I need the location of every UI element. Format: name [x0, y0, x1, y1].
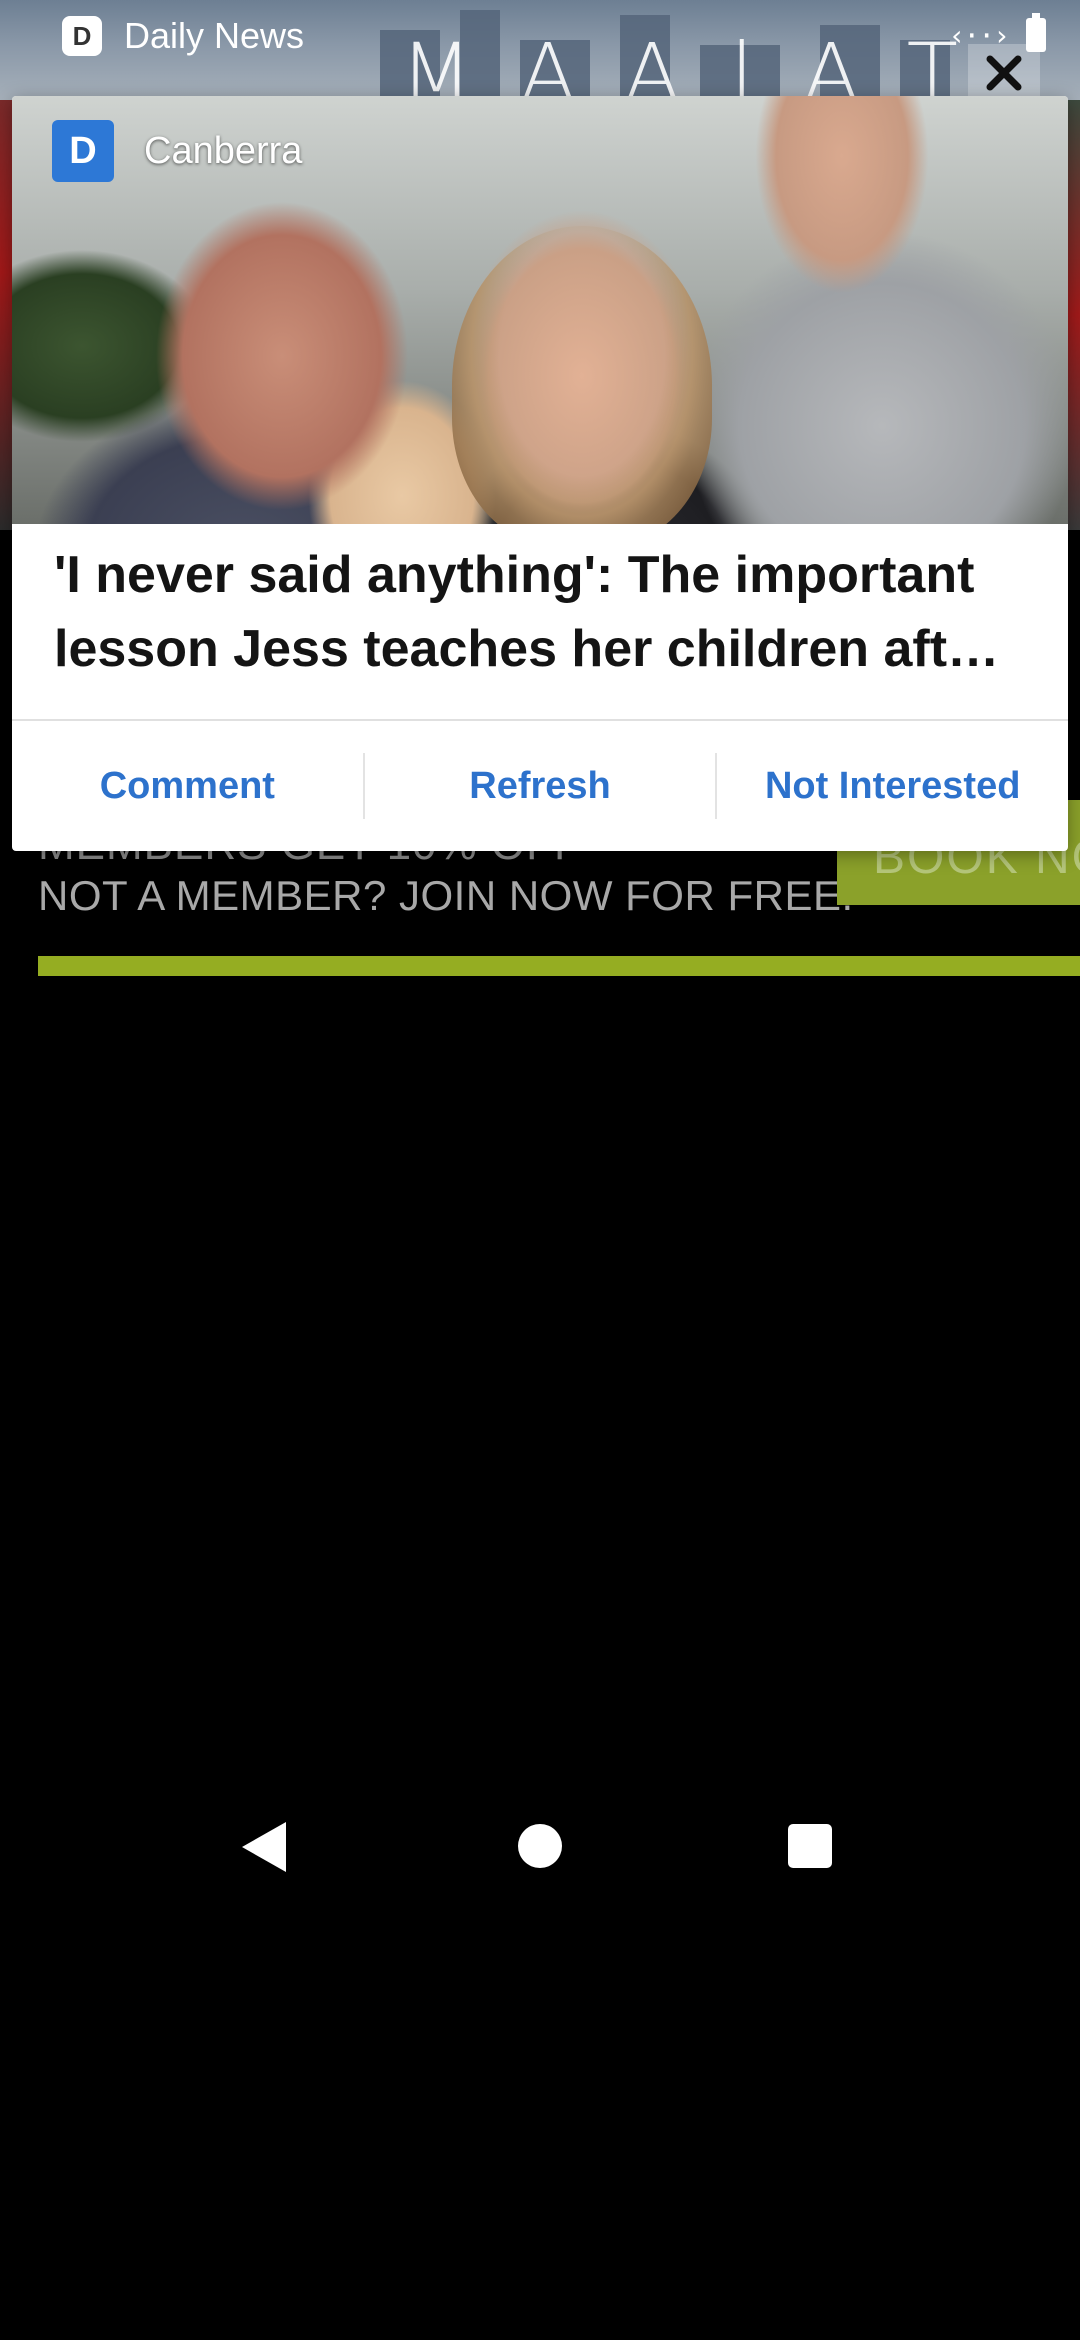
navigation-bar	[0, 1790, 1080, 1910]
background-page-edge-left	[0, 100, 12, 530]
recents-icon[interactable]	[788, 1824, 832, 1868]
card-actions: Comment Refresh Not Interested	[12, 721, 1068, 851]
accent-divider	[38, 956, 1080, 976]
join-now-link[interactable]: NOT A MEMBER? JOIN NOW FOR FREE.	[38, 872, 854, 920]
screen: M A A | A T MEMBERS GET 10% OFF NOT A ME…	[0, 0, 1080, 2340]
back-icon[interactable]	[242, 1822, 286, 1872]
battery-icon	[1026, 13, 1046, 52]
source-name: Canberra	[144, 130, 303, 172]
article-image[interactable]: D Canberra	[12, 96, 1068, 524]
status-bar: D Daily News ‹··›	[0, 0, 1080, 72]
status-icons: ‹··›	[948, 13, 1046, 52]
daily-news-app-icon: D	[62, 16, 102, 56]
comment-button[interactable]: Comment	[12, 721, 363, 851]
article-headline[interactable]: 'I never said anything': The important l…	[54, 538, 1034, 686]
news-notification-card[interactable]: D Canberra 'I never said anything': The …	[12, 96, 1068, 851]
not-interested-button[interactable]: Not Interested	[717, 721, 1068, 851]
code-icon: ‹··›	[948, 18, 1010, 52]
status-app-name: Daily News	[124, 15, 305, 56]
home-icon[interactable]	[518, 1824, 562, 1868]
refresh-button[interactable]: Refresh	[365, 721, 716, 851]
headline-line-1: 'I never said anything': The important	[54, 546, 975, 604]
source-logo: D	[52, 120, 114, 182]
background-page-edge-right	[1068, 100, 1080, 530]
headline-line-2: lesson Jess teaches her children aft…	[54, 620, 1000, 678]
